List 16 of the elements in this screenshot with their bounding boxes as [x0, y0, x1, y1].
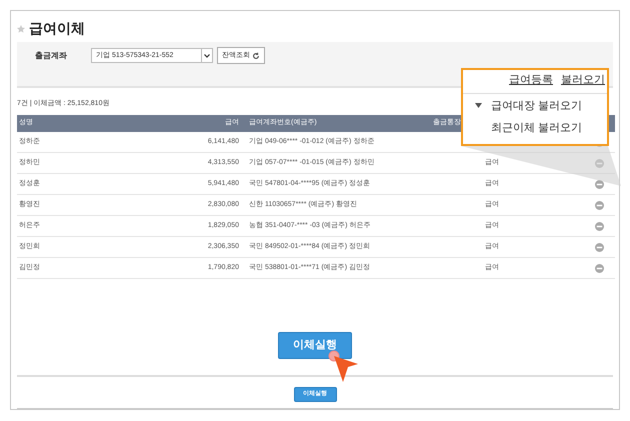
- link[interactable]: 급여등록: [509, 72, 553, 88]
- remove-icon[interactable]: [595, 264, 604, 272]
- remove-icon[interactable]: [595, 180, 604, 188]
- menu-item[interactable]: 급여대장 불러오기: [491, 98, 582, 114]
- chevron-down-icon: [204, 54, 210, 58]
- remove-icon[interactable]: [595, 158, 604, 168]
- remove-icon[interactable]: [595, 200, 604, 210]
- caret-icon: [475, 103, 482, 108]
- remove-icon[interactable]: [595, 242, 604, 252]
- star-icon: [17, 24, 25, 33]
- cursor-icon: [328, 350, 360, 384]
- field-label: 출금계좌: [35, 50, 67, 62]
- link[interactable]: 불러오기: [561, 72, 605, 88]
- remove-icon[interactable]: [595, 222, 604, 230]
- page-title: 급여이체: [29, 19, 85, 38]
- refresh-icon: [252, 52, 260, 60]
